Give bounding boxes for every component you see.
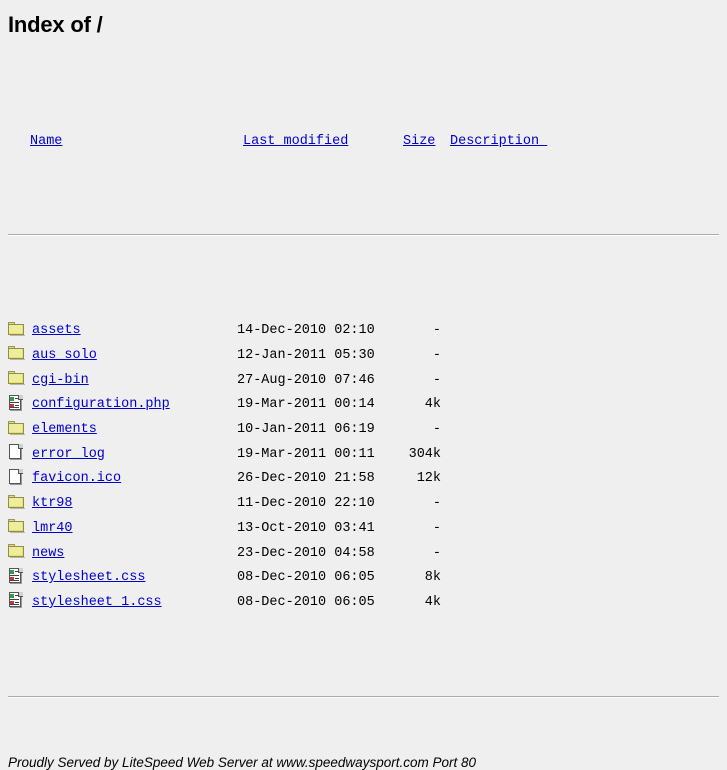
file-link[interactable]: news — [32, 546, 64, 561]
file-row: assets 14-Dec-2010 02:10 - — [0, 319, 727, 344]
folder-icon — [8, 370, 25, 386]
file-last-modified: 19-Mar-2011 00:11 — [237, 446, 375, 462]
file-rows: assets 14-Dec-2010 02:10 - aus_solo 12-Jan-2… — [0, 310, 727, 615]
column-header-last-modified[interactable]: Last modified — [243, 130, 403, 155]
file-size: 4k — [424, 594, 441, 610]
file-icon-cell — [8, 466, 30, 491]
file-icon-cell — [8, 590, 30, 615]
file-icon-cell — [8, 541, 30, 566]
file-link[interactable]: lmr40 — [32, 521, 73, 536]
text-document-icon — [8, 592, 25, 609]
file-name-cell: ktr98 — [32, 492, 237, 517]
file-link[interactable]: configuration.php — [32, 397, 170, 412]
file-name-cell: news — [32, 542, 237, 567]
file-row: cgi-bin 27-Aug-2010 07:46 - — [0, 369, 727, 394]
file-name-cell: configuration.php — [32, 393, 237, 418]
file-row: stylesheet_1.css 08-Dec-2010 06:05 4k — [0, 591, 727, 616]
file-size: - — [432, 496, 441, 512]
file-name-cell: stylesheet.css — [32, 566, 237, 591]
directory-listing: Name Last modified Size Description assets 1… — [0, 38, 727, 747]
document-icon — [8, 468, 25, 485]
file-last-modified: 10-Jan-2011 06:19 — [237, 422, 375, 438]
file-link[interactable]: aus_solo — [32, 348, 97, 363]
folder-icon — [8, 494, 25, 510]
file-icon-cell — [8, 442, 30, 467]
file-link[interactable]: elements — [32, 422, 97, 437]
column-header-name[interactable]: Name — [30, 130, 243, 155]
file-row: ktr98 11-Dec-2010 22:10 - — [0, 492, 727, 517]
file-row: configuration.php 19-Mar-2011 00:14 4k — [0, 393, 727, 418]
file-last-modified: 26-Dec-2010 21:58 — [237, 471, 375, 487]
document-icon — [8, 444, 25, 461]
file-size: - — [432, 372, 441, 388]
file-icon-cell — [8, 368, 30, 393]
file-row: elements 10-Jan-2011 06:19 - — [0, 418, 727, 443]
file-icon-cell — [8, 392, 30, 417]
file-size: - — [432, 545, 441, 561]
file-icon-cell — [8, 565, 30, 590]
directory-index-page: Index of / Name Last modified Size Descript… — [0, 0, 727, 770]
text-document-icon — [8, 567, 25, 584]
file-size: 4k — [424, 397, 441, 413]
file-last-modified: 19-Mar-2011 00:14 — [237, 397, 375, 413]
file-icon-cell — [8, 343, 30, 368]
file-last-modified: 14-Dec-2010 02:10 — [237, 323, 375, 339]
file-row: aus_solo 12-Jan-2011 05:30 - — [0, 344, 727, 369]
file-link[interactable]: stylesheet_1.css — [32, 595, 162, 610]
file-last-modified: 12-Jan-2011 05:30 — [237, 348, 375, 364]
file-size: 8k — [424, 570, 441, 586]
page-title: Index of / — [8, 12, 103, 37]
file-size: 304k — [408, 446, 441, 462]
folder-icon — [8, 321, 25, 337]
file-name-cell: aus_solo — [32, 344, 237, 369]
file-size: - — [432, 348, 441, 364]
column-header-size[interactable]: Size — [403, 130, 450, 155]
file-name-cell: stylesheet_1.css — [32, 591, 237, 616]
file-last-modified: 11-Dec-2010 22:10 — [237, 496, 375, 512]
file-icon-cell — [8, 491, 30, 516]
file-name-cell: favicon.ico — [32, 467, 237, 492]
folder-icon — [8, 543, 25, 559]
folder-icon — [8, 420, 25, 436]
folder-icon — [8, 518, 25, 534]
header-divider — [8, 234, 719, 237]
file-link[interactable]: stylesheet.css — [32, 570, 145, 585]
file-link[interactable]: favicon.ico — [32, 471, 121, 486]
file-size: - — [432, 422, 441, 438]
file-name-cell: elements — [32, 418, 237, 443]
file-row: news 23-Dec-2010 04:58 - — [0, 542, 727, 567]
file-icon-cell — [8, 417, 30, 442]
file-icon-cell — [8, 516, 30, 541]
file-size: - — [432, 520, 441, 536]
file-last-modified: 08-Dec-2010 06:05 — [237, 570, 375, 586]
server-signature: Proudly Served by LiteSpeed Web Server a… — [8, 755, 476, 770]
file-link[interactable]: assets — [32, 323, 81, 338]
text-document-icon — [8, 394, 25, 411]
file-link[interactable]: error_log — [32, 447, 105, 462]
file-row: lmr40 13-Oct-2010 03:41 - — [0, 517, 727, 542]
file-row: stylesheet.css 08-Dec-2010 06:05 8k — [0, 566, 727, 591]
file-link[interactable]: ktr98 — [32, 496, 73, 511]
file-name-cell: assets — [32, 319, 237, 344]
column-header-description[interactable]: Description — [450, 130, 547, 155]
file-name-cell: error_log — [32, 443, 237, 468]
file-row: error_log 19-Mar-2011 00:11 304k — [0, 443, 727, 468]
footer-divider — [8, 695, 719, 698]
file-icon-cell — [8, 318, 30, 343]
file-name-cell: cgi-bin — [32, 369, 237, 394]
file-last-modified: 23-Dec-2010 04:58 — [237, 545, 375, 561]
file-link[interactable]: cgi-bin — [32, 373, 89, 388]
file-last-modified: 27-Aug-2010 07:46 — [237, 372, 375, 388]
folder-icon — [8, 345, 25, 361]
file-row: favicon.ico 26-Dec-2010 21:58 12k — [0, 467, 727, 492]
file-last-modified: 08-Dec-2010 06:05 — [237, 594, 375, 610]
file-size: 12k — [416, 471, 441, 487]
file-size: - — [432, 323, 441, 339]
column-header-row: Name Last modified Size Description — [0, 112, 727, 154]
file-name-cell: lmr40 — [32, 517, 237, 542]
file-last-modified: 13-Oct-2010 03:41 — [237, 520, 375, 536]
